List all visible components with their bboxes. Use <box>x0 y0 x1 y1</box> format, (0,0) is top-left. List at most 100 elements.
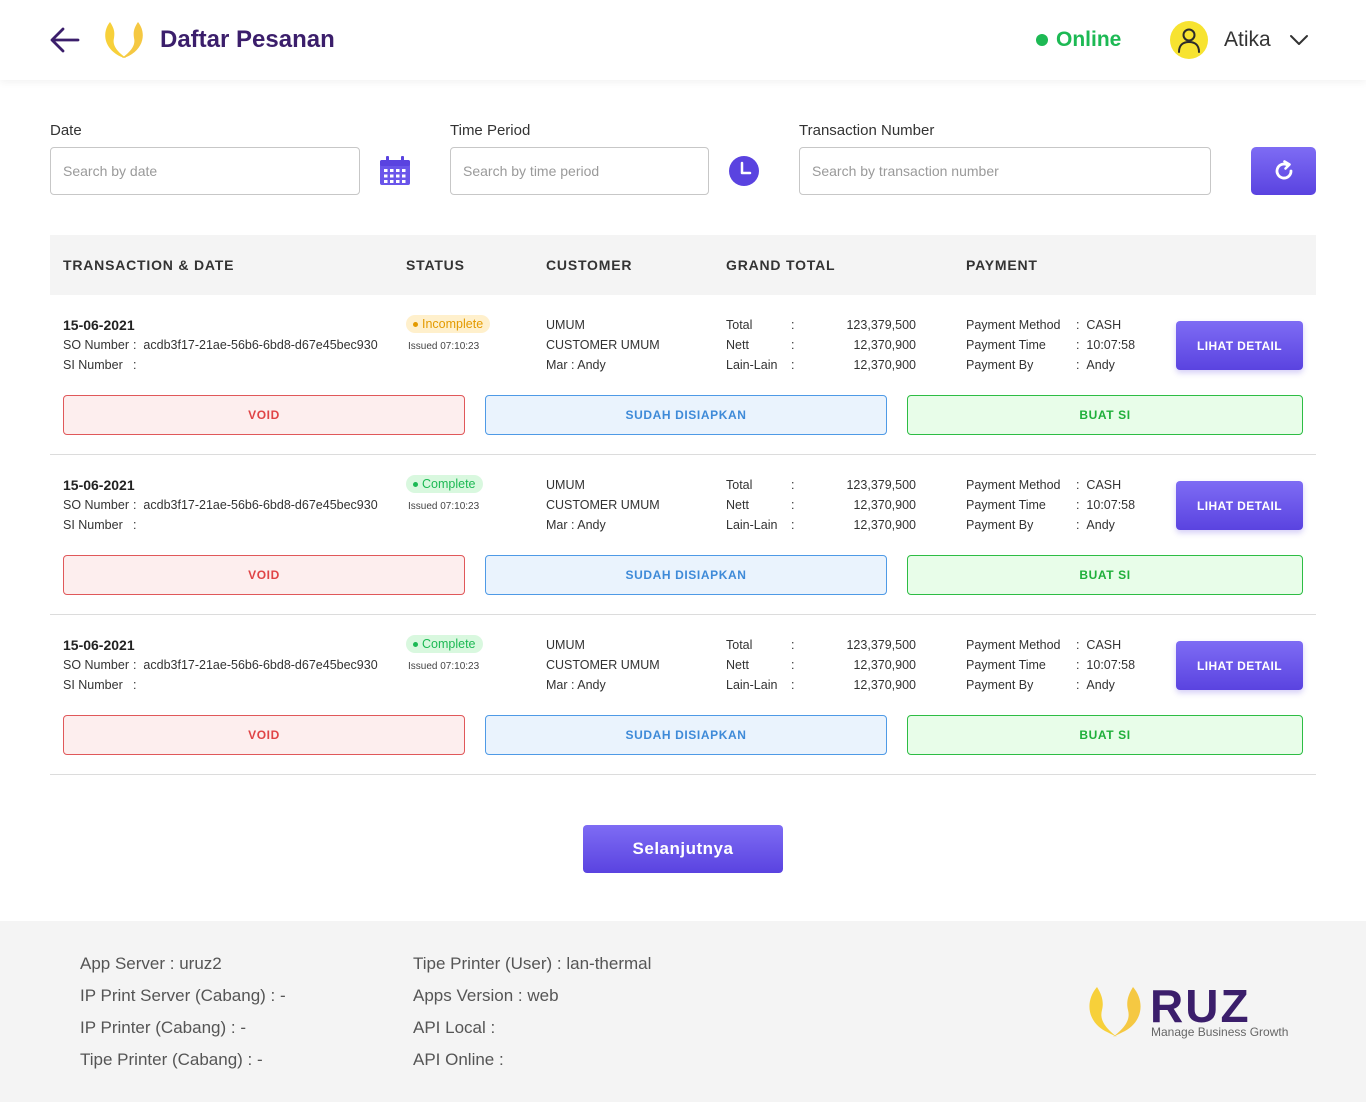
customer-marketing: Mar : Andy <box>546 678 606 692</box>
transaction-number-label: Transaction Number <box>799 122 935 139</box>
payment-by-label: Payment By <box>966 518 1034 532</box>
calendar-icon[interactable] <box>378 156 412 186</box>
customer-type: UMUM <box>546 318 585 332</box>
payment-method-label: Payment Method <box>966 478 1061 492</box>
avatar <box>1170 21 1208 59</box>
nett-value: 12,370,900 <box>853 658 916 672</box>
footer-ip-printer: IP Printer (Cabang) : - <box>80 1018 246 1037</box>
status-badge: Complete <box>406 635 483 653</box>
total-label: Total <box>726 638 753 652</box>
sudah-disiapkan-button[interactable]: SUDAH DISIAPKAN <box>485 395 887 435</box>
transaction-date: 15-06-2021 <box>63 317 135 333</box>
nett-label: Nett <box>726 498 749 512</box>
total-label: Total <box>726 318 753 332</box>
payment-method-value: : CASH <box>1076 318 1122 332</box>
so-number: SO Number: acdb3f17-21ae-56b6-6bd8-d67e4… <box>63 338 378 352</box>
table-header: TRANSACTION & DATE STATUS CUSTOMER GRAND… <box>50 235 1316 295</box>
nett-value: 12,370,900 <box>853 498 916 512</box>
status-badge: Complete <box>406 475 483 493</box>
table-row: 15-06-2021 SO Number: acdb3f17-21ae-56b6… <box>50 295 1316 455</box>
time-period-label: Time Period <box>450 122 531 139</box>
lihat-detail-button[interactable]: LIHAT DETAIL <box>1176 641 1303 690</box>
top-bar: Daftar Pesanan Online Atika <box>0 0 1366 80</box>
payment-by-label: Payment By <box>966 678 1034 692</box>
issued-time: Issued 07:10:23 <box>408 341 480 352</box>
so-number: SO Number: acdb3f17-21ae-56b6-6bd8-d67e4… <box>63 658 378 672</box>
lain-value: 12,370,900 <box>853 358 916 372</box>
payment-time-label: Payment Time <box>966 498 1046 512</box>
status-dot-icon <box>413 641 418 647</box>
total-value: 123,379,500 <box>846 478 916 492</box>
online-status: Online <box>1036 28 1121 52</box>
payment-time-value: : 10:07:58 <box>1076 338 1136 352</box>
page-title: Daftar Pesanan <box>160 26 335 53</box>
lihat-detail-button[interactable]: LIHAT DETAIL <box>1176 481 1303 530</box>
table-row: 15-06-2021 SO Number: acdb3f17-21ae-56b6… <box>50 615 1316 775</box>
next-page-button[interactable]: Selanjutnya <box>583 825 783 873</box>
clock-icon[interactable] <box>728 155 760 187</box>
table-row: 15-06-2021 SO Number: acdb3f17-21ae-56b6… <box>50 455 1316 615</box>
footer-api-local: API Local : <box>413 1018 496 1037</box>
separator: : <box>791 358 795 372</box>
refresh-button[interactable] <box>1251 147 1316 195</box>
lihat-detail-button[interactable]: LIHAT DETAIL <box>1176 321 1303 370</box>
si-number: SI Number: <box>63 518 144 532</box>
payment-method-value: : CASH <box>1076 638 1122 652</box>
void-button[interactable]: VOID <box>63 555 465 595</box>
payment-by-value: : Andy <box>1076 678 1115 692</box>
customer-name: CUSTOMER UMUM <box>546 658 660 672</box>
buat-si-button[interactable]: BUAT SI <box>907 555 1303 595</box>
column-header-transaction: TRANSACTION & DATE <box>63 257 235 273</box>
total-label: Total <box>726 478 753 492</box>
footer-printer-type-branch: Tipe Printer (Cabang) : - <box>80 1050 263 1069</box>
nett-value: 12,370,900 <box>853 338 916 352</box>
separator: : <box>791 658 795 672</box>
total-value: 123,379,500 <box>846 638 916 652</box>
sudah-disiapkan-button[interactable]: SUDAH DISIAPKAN <box>485 555 887 595</box>
chevron-down-icon[interactable] <box>1289 30 1309 50</box>
date-input[interactable] <box>50 147 360 195</box>
lain-label: Lain-Lain <box>726 358 778 372</box>
brand-name: RUZ <box>1150 980 1251 1032</box>
customer-name: CUSTOMER UMUM <box>546 498 660 512</box>
separator: : <box>791 318 795 332</box>
column-header-status: STATUS <box>406 257 465 273</box>
total-value: 123,379,500 <box>846 318 916 332</box>
nett-label: Nett <box>726 338 749 352</box>
brand-tagline: Manage Business Growth <box>1151 1025 1289 1039</box>
refresh-icon <box>1275 160 1292 180</box>
payment-time-label: Payment Time <box>966 658 1046 672</box>
footer-apps-version: Apps Version : web <box>413 986 559 1005</box>
nett-label: Nett <box>726 658 749 672</box>
customer-marketing: Mar : Andy <box>546 358 606 372</box>
si-number: SI Number: <box>63 358 144 372</box>
column-header-payment: PAYMENT <box>966 257 1038 273</box>
arrow-left-icon[interactable] <box>48 24 82 56</box>
si-number: SI Number: <box>63 678 144 692</box>
so-number: SO Number: acdb3f17-21ae-56b6-6bd8-d67e4… <box>63 498 378 512</box>
online-label: Online <box>1056 28 1122 51</box>
void-button[interactable]: VOID <box>63 395 465 435</box>
user-name: Atika <box>1224 28 1271 51</box>
customer-marketing: Mar : Andy <box>546 518 606 532</box>
footer-ip-print-server: IP Print Server (Cabang) : - <box>80 986 286 1005</box>
column-header-grand-total: GRAND TOTAL <box>726 257 836 273</box>
issued-time: Issued 07:10:23 <box>408 661 480 672</box>
user-menu[interactable]: Atika <box>1170 21 1309 59</box>
lain-value: 12,370,900 <box>853 518 916 532</box>
column-header-customer: CUSTOMER <box>546 257 633 273</box>
sudah-disiapkan-button[interactable]: SUDAH DISIAPKAN <box>485 715 887 755</box>
buat-si-button[interactable]: BUAT SI <box>907 715 1303 755</box>
separator: : <box>791 678 795 692</box>
footer-printer-type-user: Tipe Printer (User) : lan-thermal <box>413 954 652 973</box>
transaction-number-input[interactable] <box>799 147 1211 195</box>
void-button[interactable]: VOID <box>63 715 465 755</box>
time-period-input[interactable] <box>450 147 709 195</box>
brand-logo-icon <box>1089 987 1141 1037</box>
transaction-date: 15-06-2021 <box>63 477 135 493</box>
status-dot-icon <box>413 321 418 327</box>
payment-method-label: Payment Method <box>966 638 1061 652</box>
buat-si-button[interactable]: BUAT SI <box>907 395 1303 435</box>
online-dot-icon <box>1036 34 1048 46</box>
lain-label: Lain-Lain <box>726 678 778 692</box>
